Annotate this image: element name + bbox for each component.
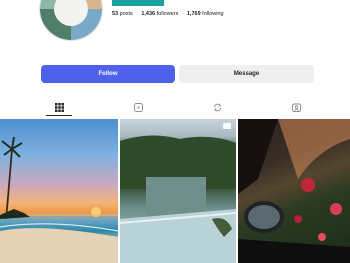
- tab-tagged[interactable]: [290, 101, 302, 113]
- tab-reposts[interactable]: [211, 101, 223, 113]
- accent-bar: [112, 0, 164, 6]
- active-tab-indicator: [46, 115, 72, 116]
- grid-icon: [54, 102, 64, 112]
- reels-icon: [133, 102, 143, 112]
- tab-reels[interactable]: [132, 101, 144, 113]
- post-thumbnail-infinity-pool[interactable]: [120, 119, 236, 263]
- follow-button[interactable]: Follow: [41, 65, 175, 83]
- followers-count[interactable]: 1,436 followers: [141, 11, 178, 17]
- post-thumbnail-beach-sunset[interactable]: [0, 119, 118, 263]
- message-button[interactable]: Message: [179, 65, 314, 83]
- posts-count[interactable]: 53 posts: [112, 11, 133, 17]
- car-mirror-roses-image: [238, 119, 350, 263]
- post-thumbnail-car-mirror-roses[interactable]: [238, 119, 350, 263]
- beach-sunset-image: [0, 136, 118, 263]
- tab-posts[interactable]: [53, 101, 65, 113]
- profile-stats: 53 posts 1,436 followers 1,769 following: [112, 11, 224, 17]
- profile-avatar[interactable]: [40, 0, 102, 40]
- following-count[interactable]: 1,769 following: [187, 11, 224, 17]
- infinity-pool-image: [120, 123, 236, 263]
- tagged-icon: [291, 103, 301, 112]
- repost-icon: [213, 103, 221, 111]
